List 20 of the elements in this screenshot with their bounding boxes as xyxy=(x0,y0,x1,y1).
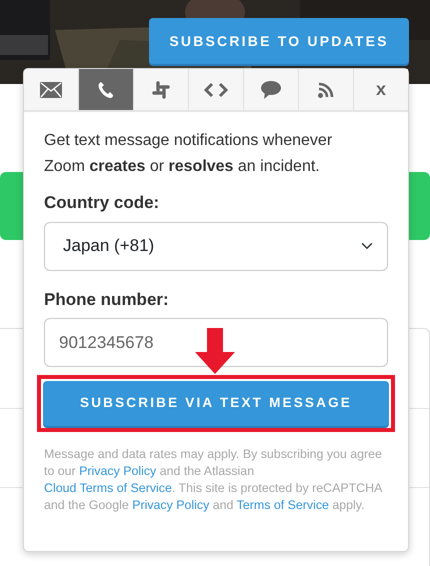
subscribe-button[interactable]: SUBSCRIBE TO UPDATES xyxy=(149,18,409,64)
policy-link[interactable]: Privacy Policy xyxy=(132,498,210,512)
policy-link[interactable]: Cloud Terms of Service xyxy=(44,481,172,495)
phone-field[interactable]: 9012345678 xyxy=(44,318,388,367)
country-select[interactable]: Japan (+81) xyxy=(44,222,388,270)
rss-icon xyxy=(318,82,334,98)
policy-link[interactable]: Privacy Policy xyxy=(79,464,156,478)
field-label: Phone number: xyxy=(44,288,170,310)
description-text: Get text message notifications whenever Zoom creates or resolves an incident. xyxy=(44,131,334,177)
phone-tab[interactable] xyxy=(78,69,133,110)
subscribe-sms-button[interactable]: SUBSCRIBE VIA TEXT MESSAGE xyxy=(43,381,389,426)
close-button[interactable]: x xyxy=(353,69,408,110)
hashtag-icon xyxy=(152,80,170,98)
policy-link[interactable]: Terms of Service xyxy=(236,498,329,512)
mail-icon xyxy=(40,82,62,98)
speech-bubble-icon xyxy=(261,80,281,98)
field-label: Country code: xyxy=(44,192,160,214)
phone-icon xyxy=(98,80,114,98)
code-icon xyxy=(204,82,228,98)
legal-text: Message and data rates may apply. By subscribing you agree to our Privacy Policy and the Atlassian Cloud Terms of Service. This site is protected by reCAPTCHA and the Google Privacy Policy and Terms of Service apply. xyxy=(44,446,384,514)
